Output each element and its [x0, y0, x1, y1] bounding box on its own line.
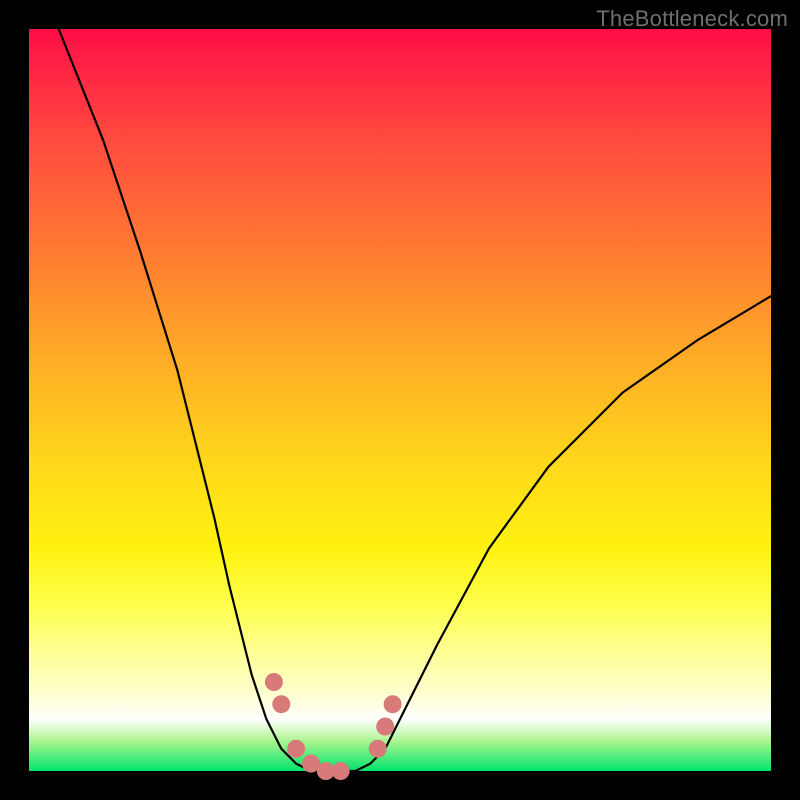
- watermark-text: TheBottleneck.com: [596, 6, 788, 32]
- chart-plot-area: [29, 29, 771, 771]
